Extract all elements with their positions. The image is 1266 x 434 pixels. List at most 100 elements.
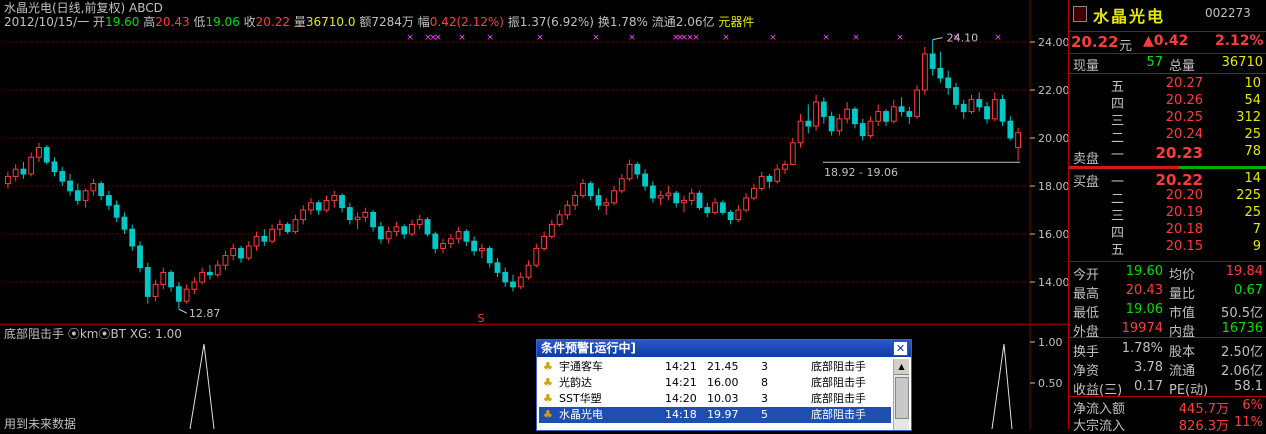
indicator-spike [991,343,1013,429]
candle-body [875,111,882,122]
net-inflow-row: 净流入额 445.7万 6% [1069,398,1266,417]
big-inflow-row: 大宗流入 826.3万 11% [1069,415,1266,434]
close-value: 20.22 [255,15,291,29]
candle-body [704,207,711,213]
candle-body [269,228,276,242]
now-vol-label: 现量 [1073,59,1100,74]
ask-price: 20.23 [1155,144,1203,162]
big-inflow-label: 大宗流入 [1073,419,1126,434]
stat-value: 1.78% [1121,341,1163,356]
high-value: 20.43 [155,15,190,29]
candle-body [649,185,656,199]
candle-body [292,219,299,233]
bid-volume: 9 [1252,239,1261,254]
divider [1069,73,1266,74]
candle-body [502,271,509,283]
alert-scrollbar[interactable]: ▲ [893,359,909,430]
alert-price: 19.97 [707,408,739,421]
alert-row[interactable]: ♣ SST华塑 14:20 10.03 3 底部阻击手 [539,391,891,407]
candle-body [300,209,307,221]
candle-body [168,271,174,288]
candle-body [657,195,664,199]
candle-body [937,67,944,79]
candle-body [199,271,206,283]
signal-marker: × [769,33,777,43]
candle-body [362,211,369,218]
candle-body [844,108,851,120]
candle-body [339,195,345,209]
ask-row: 五 20.27 10 [1069,76,1266,95]
last-price: 20.22 [1071,33,1119,51]
candle-body [160,271,167,285]
ask-volume: 312 [1236,110,1261,125]
candle-body [1007,120,1014,139]
candle-body [424,219,431,235]
alert-list[interactable]: ♣ 宇通客车 14:21 21.45 3 底部阻击手 ♣ 光韵达 14:21 1… [539,359,891,430]
volume-value: 36710.0 [305,15,356,29]
scroll-up-icon[interactable]: ▲ [894,359,909,375]
indicator-title[interactable]: 底部阻击手 ⦿km⦿BT XG: 1.00 [4,327,182,341]
candle-body [541,235,547,249]
alert-row[interactable]: ♣ 光韵达 14:21 16.00 8 底部阻击手 [539,375,891,391]
candle-body [43,147,50,163]
change-value: 0.42(2.12%) [429,15,504,29]
candle-body [486,247,493,264]
signal-marker: × [486,33,494,43]
bid-price: 20.18 [1165,222,1203,237]
stat-value: 19.84 [1225,264,1263,279]
candle-body [98,183,105,197]
candle-body [82,190,89,201]
bid-price: 20.22 [1155,171,1203,189]
candle-body [929,53,936,69]
condition-alert-window[interactable]: 条件预警[运行中] ✕ ♣ 宇通客车 14:21 21.45 3 底部阻击手 ♣… [536,339,912,431]
stat-value: 19.60 [1125,264,1163,279]
close-icon[interactable]: ✕ [893,341,908,356]
stat-label: 股本 [1169,345,1196,360]
candle-body [253,235,260,247]
candle-body [471,240,478,252]
alert-row-selected[interactable]: ♣ 水晶光电 14:18 19.97 5 底部阻击手 [539,407,891,423]
candle-body [580,183,586,197]
stat-label: 市值 [1169,306,1196,321]
candle-body [611,190,617,204]
sector-link[interactable]: 元器件 [718,15,754,29]
ask-volume: 78 [1244,144,1261,159]
candle-body [261,235,268,242]
scroll-thumb[interactable] [895,377,909,419]
alert-condition: 底部阻击手 [811,360,866,373]
alert-count: 3 [761,392,768,405]
candle-body [673,192,680,204]
kline-chart-area[interactable]: 24.00 22.00 20.00 18.00 16.00 14.00 × × × × × × × × × ×… [0,0,1068,431]
candle-body [696,192,703,209]
alert-time: 14:21 [665,360,697,373]
candle-body [28,156,35,175]
candle-body [401,226,408,235]
signal-marker: × [406,33,414,43]
alert-title-bar[interactable]: 条件预警[运行中] ✕ [537,340,911,357]
candle-body [945,77,952,89]
alert-row[interactable]: ♣ 宇通客车 14:21 21.45 3 底部阻击手 [539,359,891,375]
level-label: 一 [1111,148,1125,163]
candle-body [59,171,66,182]
candle-body [238,247,244,259]
candle-body [129,228,136,247]
ask-price: 20.25 [1165,110,1203,125]
candle-body [852,108,858,125]
ask-volume: 10 [1244,76,1261,91]
signal-marker: × [722,33,730,43]
candle-body [175,286,182,302]
candle-body [533,247,540,266]
candle-body [642,173,649,187]
candle-body [377,226,384,240]
ask-price: 20.27 [1165,76,1203,91]
stat-row: 收益(三) 0.17 PE(动) 58.1 [1069,379,1266,398]
candle-body [152,283,159,297]
candle-body [284,223,291,233]
alert-stock-name: SST华塑 [559,392,602,405]
high-pointer [932,37,943,41]
alert-bell-icon: ♣ [543,408,553,421]
buy-divider [1179,166,1266,169]
stat-row: 最高 20.43 量比 0.67 [1069,283,1266,302]
candle-body [463,231,470,242]
candle-body [51,161,58,173]
